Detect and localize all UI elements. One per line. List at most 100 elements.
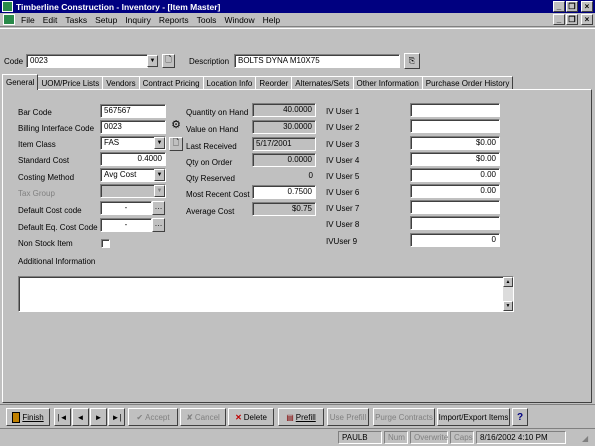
costing-method-dropdown-button[interactable]: ▼	[154, 169, 165, 181]
x-icon: ✘	[186, 412, 193, 422]
iv-user-8-field[interactable]	[410, 216, 500, 230]
qty-reserved-label: Qty Reserved	[186, 174, 235, 183]
status-num: Num	[384, 431, 408, 444]
item-class-label: Item Class	[18, 140, 56, 149]
resize-grip-icon[interactable]: ◢	[582, 434, 592, 444]
last-record-button[interactable]: ►|	[108, 408, 125, 426]
use-prefill-button: Use Prefill	[327, 408, 369, 426]
iv-user-7-field[interactable]	[410, 200, 500, 214]
tab-general[interactable]: General	[2, 74, 39, 90]
bar-code-label: Bar Code	[18, 108, 52, 117]
tax-group-dropdown-button: ▼	[154, 185, 165, 197]
menu-inquiry[interactable]: Inquiry	[121, 15, 155, 25]
scroll-up-icon[interactable]: ▲	[503, 277, 513, 287]
finish-button[interactable]: Finish	[6, 408, 50, 426]
average-cost-label: Average Cost	[186, 207, 235, 216]
doc-minimize-button[interactable]: _	[553, 14, 565, 25]
help-button[interactable]: ?	[512, 408, 528, 426]
tab-contract-pricing[interactable]: Contract Pricing	[138, 76, 204, 90]
additional-information-scrollbar[interactable]: ▲ ▼	[503, 277, 513, 311]
tab-location-info[interactable]: Location Info	[202, 76, 257, 90]
default-cost-code-field[interactable]: -	[100, 201, 152, 215]
tab-alternates-sets[interactable]: Alternates/Sets	[291, 76, 354, 90]
default-eq-cost-code-browse-button[interactable]: …	[152, 218, 165, 232]
billing-interface-icon[interactable]: ⚙	[168, 119, 184, 134]
window-title: Timberline Construction - Inventory - [I…	[16, 1, 221, 12]
checkmark-icon: ✔	[136, 412, 144, 422]
iv-user-1-field[interactable]	[410, 103, 500, 117]
scroll-down-icon[interactable]: ▼	[503, 301, 513, 311]
qty-on-order-value: 0.0000	[252, 153, 316, 167]
iv-user-4-label: IV User 4	[326, 156, 360, 165]
prefill-icon: ▤	[286, 412, 294, 422]
iv-user-3-field[interactable]: $0.00	[410, 136, 500, 150]
import-export-items-button[interactable]: Import/Export Items	[437, 408, 510, 426]
iv-user-5-field[interactable]: 0.00	[410, 168, 500, 182]
title-bar: Timberline Construction - Inventory - [I…	[0, 0, 595, 13]
description-field[interactable]: BOLTS DYNA M10X75	[234, 54, 400, 68]
standard-cost-field[interactable]: 0.4000	[100, 152, 166, 166]
minimize-button[interactable]: _	[553, 1, 565, 12]
divider	[0, 404, 595, 405]
doc-close-button[interactable]: ×	[581, 14, 593, 25]
purge-contracts-button: Purge Contracts	[373, 408, 435, 426]
code-field[interactable]: 0023	[26, 54, 148, 68]
menu-setup[interactable]: Setup	[91, 15, 121, 25]
default-cost-code-browse-button[interactable]: …	[152, 201, 165, 215]
iv-user-6-label: IV User 6	[326, 188, 360, 197]
help-icon: ?	[516, 411, 524, 423]
bar-code-field[interactable]: 567567	[100, 104, 166, 118]
iv-user-9-label: IVUser 9	[326, 237, 358, 246]
restore-button[interactable]: ❐	[566, 1, 578, 12]
iv-user-2-field[interactable]	[410, 119, 500, 133]
menu-help[interactable]: Help	[259, 15, 284, 25]
close-button[interactable]: ×	[581, 1, 593, 12]
tab-vendors[interactable]: Vendors	[102, 76, 140, 90]
iv-user-4-field[interactable]: $0.00	[410, 152, 500, 166]
menu-reports[interactable]: Reports	[155, 15, 193, 25]
tab-strip: General UOM/Price Lists Vendors Contract…	[2, 74, 514, 90]
additional-information-textarea[interactable]: ▲ ▼	[18, 276, 514, 312]
code-lookup-icon[interactable]: 🗋	[162, 54, 175, 68]
default-eq-cost-code-field[interactable]: -	[100, 218, 152, 232]
item-class-lookup-icon[interactable]: 🗋	[169, 137, 183, 151]
menu-edit[interactable]: Edit	[39, 15, 62, 25]
status-user: PAULB	[338, 431, 382, 444]
paperclip-icon[interactable]: ⎘	[404, 53, 420, 69]
item-class-dropdown-button[interactable]: ▼	[154, 137, 165, 149]
default-cost-code-label: Default Cost code	[18, 206, 82, 215]
tab-uom-price-lists[interactable]: UOM/Price Lists	[37, 76, 104, 90]
next-record-button[interactable]: ►	[90, 408, 107, 426]
billing-interface-field[interactable]: 0023	[100, 120, 166, 134]
quantity-on-hand-value: 40.0000	[252, 103, 316, 117]
status-overwrite: Overwrite	[410, 431, 448, 444]
non-stock-item-checkbox[interactable]	[101, 239, 110, 248]
menu-file[interactable]: File	[17, 15, 39, 25]
app-icon	[2, 1, 13, 12]
delete-button[interactable]: ✕ Delete	[228, 408, 274, 426]
menu-tasks[interactable]: Tasks	[61, 15, 91, 25]
document-icon[interactable]	[3, 14, 15, 25]
status-caps: Caps	[450, 431, 474, 444]
menu-bar: File Edit Tasks Setup Inquiry Reports To…	[0, 13, 595, 27]
code-dropdown-button[interactable]: ▼	[147, 55, 158, 67]
menu-window[interactable]: Window	[220, 15, 258, 25]
menu-tools[interactable]: Tools	[193, 15, 221, 25]
tab-reorder[interactable]: Reorder	[255, 76, 293, 90]
iv-user-9-field[interactable]: 0	[410, 233, 500, 247]
quantity-on-hand-label: Quantity on Hand	[186, 108, 249, 117]
iv-user-1-label: IV User 1	[326, 107, 360, 116]
iv-user-5-label: IV User 5	[326, 172, 360, 181]
tab-purchase-order-history[interactable]: Purchase Order History	[421, 76, 514, 90]
previous-record-button[interactable]: ◄	[72, 408, 89, 426]
prefill-button[interactable]: ▤ Prefill	[278, 408, 324, 426]
qty-on-order-label: Qty on Order	[186, 158, 233, 167]
most-recent-cost-field[interactable]: 0.7500	[252, 185, 316, 199]
non-stock-item-label: Non Stock Item	[18, 239, 73, 248]
first-record-button[interactable]: |◄	[54, 408, 71, 426]
doc-restore-button[interactable]: ❐	[566, 14, 578, 25]
finish-icon	[12, 411, 21, 423]
iv-user-8-label: IV User 8	[326, 220, 360, 229]
tab-other-information[interactable]: Other Information	[352, 76, 423, 90]
iv-user-6-field[interactable]: 0.00	[410, 184, 500, 198]
